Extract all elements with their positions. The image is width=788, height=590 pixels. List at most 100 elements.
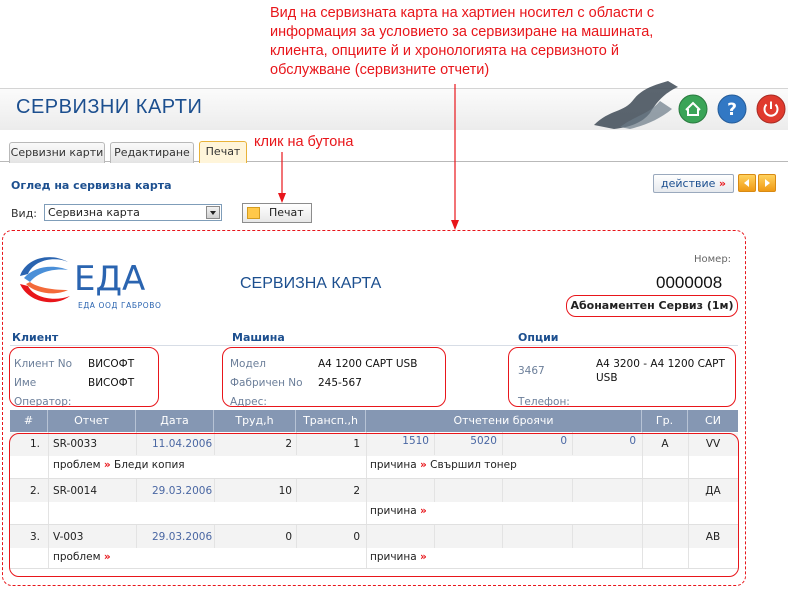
report-id: SR-0014 — [53, 485, 98, 497]
option-code: 3467 — [518, 365, 545, 377]
col-header-report: Отчет — [48, 410, 136, 432]
help-button[interactable]: ? — [717, 94, 747, 124]
problem-line: проблем » — [53, 551, 111, 563]
client-name-label: Име — [14, 377, 37, 389]
panel-title: Оглед на сервизна карта — [11, 179, 172, 192]
header-decoration-graphic — [594, 81, 678, 129]
arrowhead-print — [278, 193, 286, 203]
col-header-group: Гр. — [642, 410, 688, 432]
report-date: 29.03.2006 — [152, 485, 213, 497]
row-number: 2. — [30, 485, 41, 497]
card-number: 0000008 — [656, 273, 723, 292]
prev-button[interactable] — [738, 174, 756, 192]
subscription-type: Абонаментен Сервиз (1м) — [570, 299, 734, 312]
transport-hours: 0 — [353, 531, 360, 543]
cause-line: причина » — [370, 505, 427, 517]
arrow-left-icon — [744, 179, 749, 187]
col-header-counters: Отчетени броячи — [366, 410, 642, 432]
client-no-label: Клиент No — [14, 358, 73, 370]
annotation-top-note: Вид на сервизната карта на хартиен носит… — [270, 5, 655, 78]
arrowhead-card — [451, 220, 459, 230]
view-select[interactable]: Сервизна карта — [44, 204, 222, 221]
power-icon — [756, 94, 786, 124]
cause-label: причина — [370, 459, 417, 471]
action-label: действие — [661, 177, 716, 190]
option-desc-line2: USB — [596, 372, 618, 384]
serial-label: Фабричен No — [230, 377, 303, 389]
logo-name: ЕДА — [74, 259, 145, 299]
cause-line: причина » — [370, 551, 427, 563]
number-label: Номер: — [694, 254, 732, 265]
counter-4: 0 — [629, 435, 636, 447]
report-id: V-003 — [53, 531, 84, 543]
grid-line — [10, 524, 738, 525]
logo-subtitle: ЕДА ООД ГАБРОВО — [78, 301, 162, 310]
grid-line — [366, 432, 367, 569]
svg-text:?: ? — [727, 100, 737, 120]
group-value: A — [661, 438, 669, 450]
problem-line: проблем » Бледи копия — [53, 459, 185, 471]
labor-hours: 0 — [285, 531, 292, 543]
row-number: 1. — [30, 438, 41, 450]
problem-text: Бледи копия — [114, 459, 185, 471]
grid-line — [502, 479, 503, 502]
client-heading: Клиент — [12, 331, 59, 344]
col-header-labor: Труд,h — [214, 410, 296, 432]
counter-2: 5020 — [470, 435, 497, 447]
action-button[interactable]: действие » — [653, 174, 734, 193]
grid-line — [434, 525, 435, 548]
tab-print[interactable]: Печат — [199, 141, 247, 163]
view-select-value: Сервизна карта — [48, 206, 140, 219]
grid-line — [10, 478, 738, 479]
power-button[interactable] — [756, 94, 786, 124]
phone-label: Телефон: — [518, 396, 570, 408]
option-desc-line1: A4 3200 - A4 1200 САРТ — [596, 358, 725, 370]
tab-service-cards[interactable]: Сервизни карти — [9, 142, 105, 163]
card-title: СЕРВИЗНА КАРТА — [240, 275, 382, 292]
si-value: AB — [705, 531, 721, 543]
section-divider — [10, 345, 738, 346]
next-button[interactable] — [758, 174, 776, 192]
grid-line — [688, 432, 689, 569]
col-header-si: СИ — [705, 414, 721, 427]
grid-line — [572, 479, 573, 502]
arrow-right-icon: » — [420, 505, 427, 517]
transport-hours: 1 — [353, 438, 360, 450]
report-date: 11.04.2006 — [152, 438, 213, 450]
arrow-right-icon — [765, 179, 770, 187]
cause-label: причина — [370, 551, 417, 563]
report-date: 29.03.2006 — [152, 531, 213, 543]
cause-text: Свършил тонер — [430, 459, 517, 471]
counter-1: 1510 — [402, 435, 429, 447]
col-header-date: Дата — [136, 410, 214, 432]
table-row-band — [10, 479, 738, 502]
model-label: Модел — [230, 358, 266, 370]
home-button[interactable] — [678, 94, 708, 124]
tab-edit[interactable]: Редактиране — [110, 142, 194, 163]
model-value: A4 1200 САРТ USB — [318, 358, 418, 370]
cause-label: причина — [370, 505, 417, 517]
labor-hours: 2 — [285, 438, 292, 450]
counter-3: 0 — [560, 435, 567, 447]
arrow-right-icon: » — [103, 459, 111, 471]
grid-line — [572, 525, 573, 548]
transport-hours: 2 — [353, 485, 360, 497]
print-button-label: Печат — [269, 206, 304, 219]
options-heading: Опции — [518, 331, 559, 344]
table-row-band — [10, 525, 738, 548]
si-value: VV — [705, 438, 721, 450]
operator-label: Оператор: — [14, 396, 72, 408]
company-logo: ЕДА ЕДА ООД ГАБРОВО — [20, 257, 162, 310]
si-value: ДА — [705, 485, 721, 497]
machine-heading: Машина — [232, 331, 285, 344]
grid-line — [502, 525, 503, 548]
problem-label: проблем — [53, 459, 101, 471]
arrow-right-icon: » — [420, 551, 427, 563]
chevron-down-icon — [206, 206, 220, 219]
col-header-num: # — [10, 410, 48, 432]
grid-line — [136, 432, 137, 455]
report-id: SR-0033 — [53, 438, 98, 450]
labor-hours: 10 — [278, 485, 292, 497]
print-button[interactable]: Печат — [242, 203, 312, 223]
action-arrow-icon: » — [718, 177, 726, 190]
